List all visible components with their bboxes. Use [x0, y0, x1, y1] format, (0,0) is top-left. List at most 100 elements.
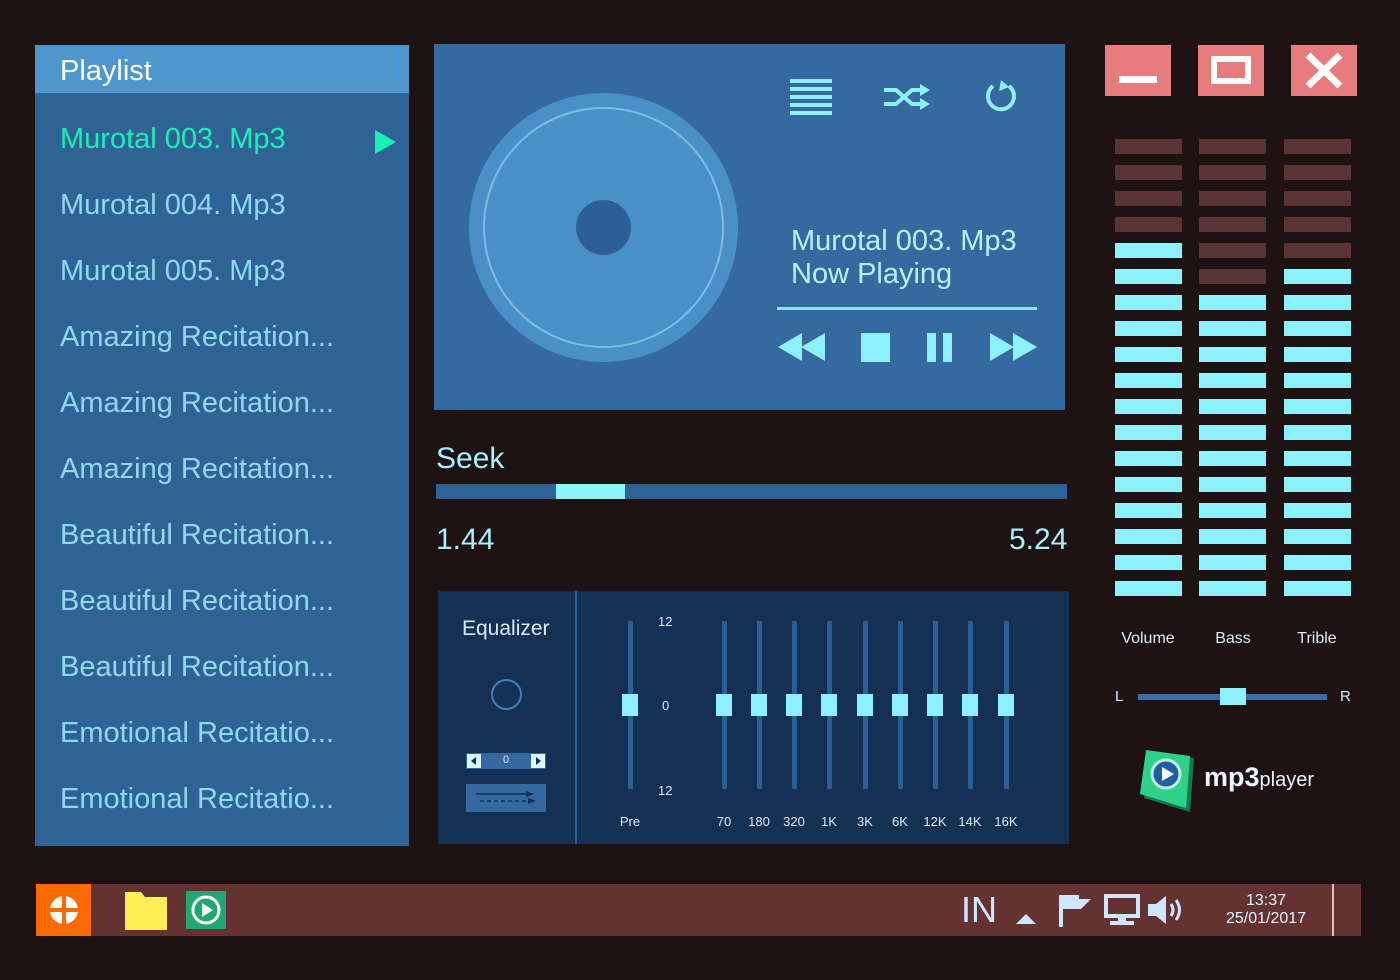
eq-slider-handle[interactable]: [821, 694, 837, 716]
equalizer-preset-button[interactable]: [466, 784, 546, 812]
playlist-item[interactable]: Amazing Recitation...: [60, 387, 334, 420]
equalizer-knob[interactable]: [491, 679, 522, 710]
divider: [777, 307, 1037, 310]
language-indicator[interactable]: IN: [961, 889, 997, 931]
chevron-up-icon[interactable]: [1016, 912, 1036, 924]
meter-segment: [1199, 269, 1266, 284]
flag-icon[interactable]: [1059, 895, 1093, 927]
play-circle-icon: [191, 895, 221, 925]
eq-band-label: 12K: [923, 814, 947, 829]
rewind-icon[interactable]: [778, 333, 826, 361]
playlist-header: Playlist: [35, 45, 409, 93]
meter-segment: [1284, 217, 1351, 232]
meter-segment: [1284, 581, 1351, 596]
eq-slider-handle[interactable]: [622, 694, 638, 716]
equalizer-divider: [575, 591, 577, 844]
balance-handle[interactable]: [1219, 688, 1246, 705]
eq-slider-handle[interactable]: [892, 694, 908, 716]
eq-band-label: 70: [716, 814, 732, 829]
eq-slider-handle[interactable]: [927, 694, 943, 716]
meter-segment: [1284, 503, 1351, 518]
meter-segment: [1284, 243, 1351, 258]
volume-label: Volume: [1121, 630, 1175, 647]
playlist-item[interactable]: Beautiful Recitation...: [60, 651, 334, 684]
clock[interactable]: 13:37 25/01/2017: [1206, 892, 1326, 928]
meter-segment: [1284, 269, 1351, 284]
logo-text: mp3player: [1204, 762, 1314, 793]
playlist-item[interactable]: Beautiful Recitation...: [60, 519, 334, 552]
eq-band-label: 14K: [958, 814, 982, 829]
pause-icon[interactable]: [927, 333, 953, 362]
playlist-item[interactable]: Emotional Recitatio...: [60, 783, 334, 816]
disc-hole: [576, 200, 631, 255]
meter-segment: [1199, 347, 1266, 362]
track-title: Murotal 003. Mp3: [791, 225, 1017, 257]
scale-mid-label: 0: [662, 698, 670, 713]
minimize-icon: [1119, 76, 1157, 83]
equalizer-stepper[interactable]: 0: [466, 753, 546, 769]
playlist-item[interactable]: Amazing Recitation...: [60, 453, 334, 486]
scale-top-label: 12: [658, 614, 673, 629]
monitor-icon[interactable]: [1104, 894, 1140, 926]
meter-segment: [1115, 399, 1182, 414]
meter-segment: [1199, 321, 1266, 336]
eq-slider-handle[interactable]: [786, 694, 802, 716]
eq-band-label: 3K: [857, 814, 873, 829]
meter-segment: [1199, 425, 1266, 440]
eq-slider-handle[interactable]: [962, 694, 978, 716]
eq-slider-handle[interactable]: [998, 694, 1014, 716]
meter-segment: [1284, 399, 1351, 414]
meter-segment: [1284, 165, 1351, 180]
disc-icon: [469, 93, 738, 362]
playlist-item[interactable]: Beautiful Recitation...: [60, 585, 334, 618]
meter-segment: [1115, 373, 1182, 388]
playlist-item[interactable]: Murotal 004. Mp3: [60, 189, 286, 222]
start-button[interactable]: [36, 884, 91, 936]
scale-bottom-label: 12: [658, 783, 673, 798]
meter-segment: [1199, 477, 1266, 492]
meter-segment: [1284, 347, 1351, 362]
eq-band-label: Pre: [619, 814, 641, 829]
meter-segment: [1115, 295, 1182, 310]
meter-segment: [1115, 503, 1182, 518]
fast-forward-icon[interactable]: [990, 333, 1038, 361]
meter-segment: [1115, 269, 1182, 284]
repeat-icon[interactable]: [983, 78, 1021, 116]
eq-slider-handle[interactable]: [751, 694, 767, 716]
playlist-item[interactable]: Murotal 005. Mp3: [60, 255, 286, 288]
close-button[interactable]: [1291, 45, 1357, 96]
meter-segment: [1115, 165, 1182, 180]
stepper-increase-button[interactable]: [531, 754, 545, 768]
speaker-icon[interactable]: [1146, 894, 1186, 926]
playlist-panel: Playlist Murotal 003. Mp3 Murotal 004. M…: [35, 45, 409, 846]
meter-segment: [1284, 191, 1351, 206]
stop-icon[interactable]: [861, 333, 890, 362]
seek-thumb[interactable]: [555, 484, 626, 499]
balance-slider[interactable]: [1138, 688, 1327, 705]
stepper-value: 0: [502, 754, 510, 766]
list-icon[interactable]: [790, 78, 832, 116]
meter-segment: [1115, 191, 1182, 206]
eq-slider-handle[interactable]: [716, 694, 732, 716]
stepper-decrease-button[interactable]: [467, 754, 481, 768]
minimize-button[interactable]: [1105, 45, 1171, 96]
eq-band-label: 1K: [821, 814, 837, 829]
show-desktop-divider[interactable]: [1332, 884, 1334, 936]
shuffle-icon[interactable]: [882, 82, 932, 112]
meter-segment: [1115, 477, 1182, 492]
eq-slider-handle[interactable]: [857, 694, 873, 716]
equalizer-title: Equalizer: [462, 617, 550, 640]
playlist-item[interactable]: Emotional Recitatio...: [60, 717, 334, 750]
meter-segment: [1115, 243, 1182, 258]
total-time: 5.24: [1009, 523, 1068, 556]
player-app-button[interactable]: [186, 891, 226, 929]
meter-segment: [1199, 399, 1266, 414]
folder-icon[interactable]: [125, 890, 167, 930]
now-playing-panel: Murotal 003. Mp3 Now Playing: [434, 44, 1065, 410]
seek-bar[interactable]: [436, 484, 1067, 499]
playlist-item[interactable]: Amazing Recitation...: [60, 321, 334, 354]
meter-segment: [1199, 139, 1266, 154]
maximize-button[interactable]: [1198, 45, 1264, 96]
playlist-item[interactable]: Murotal 003. Mp3: [60, 123, 286, 156]
meter-segment: [1115, 451, 1182, 466]
